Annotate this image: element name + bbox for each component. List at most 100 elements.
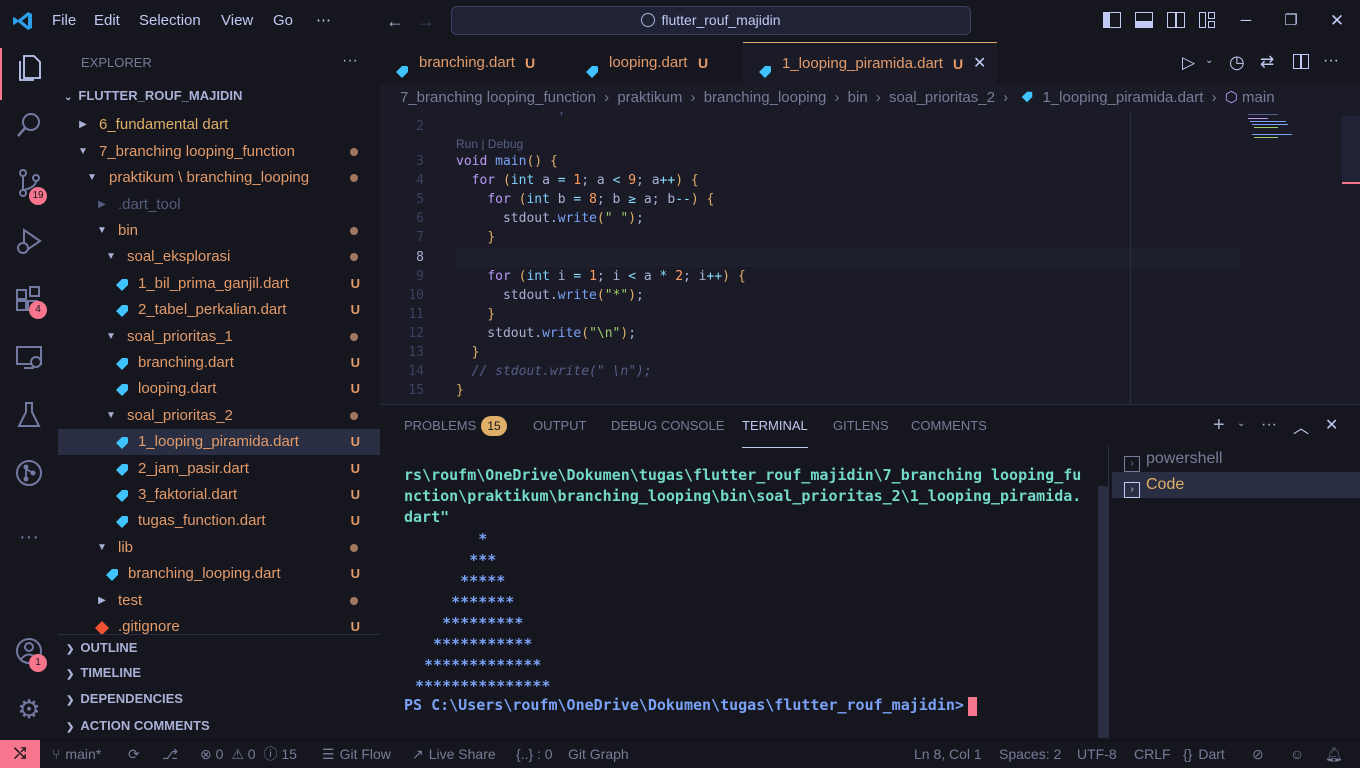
tree-folder-dart-tool[interactable]: ▶ .dart_tool [58, 192, 380, 218]
encoding[interactable]: UTF-8 [1077, 740, 1117, 768]
tree-file-branching-looping[interactable]: branching_looping.dart U [58, 561, 380, 587]
terminal-scrollbar[interactable] [1098, 486, 1108, 738]
new-terminal-plus-icon[interactable]: + [1213, 414, 1225, 437]
branch-indicator[interactable]: ⑂ main* [52, 740, 101, 768]
tree-folder-bin[interactable]: ▼ bin [58, 218, 380, 244]
explorer-more-icon[interactable]: ··· [342, 52, 358, 70]
testing-flask-icon[interactable] [12, 398, 46, 432]
remote-explorer-icon[interactable] [12, 340, 46, 374]
back-arrow-icon[interactable]: ← [385, 11, 405, 31]
editor-more-icon[interactable]: ··· [1323, 52, 1339, 70]
explorer-files-icon[interactable] [12, 52, 46, 86]
codelens-run-debug[interactable]: Run | Debug [456, 137, 523, 151]
run-dropdown-icon[interactable]: ⌄ [1205, 55, 1213, 66]
terminal-list-item-powershell[interactable]: › powershell [1112, 446, 1360, 472]
git-flow-item[interactable]: ☰ Git Flow [322, 740, 391, 768]
tree-file-jam-pasir[interactable]: 2_jam_pasir.dart U [58, 456, 380, 482]
tree-folder-soal-prioritas-1[interactable]: ▼ soal_prioritas_1 [58, 324, 380, 350]
breadcrumb-item[interactable]: main [1242, 89, 1275, 106]
live-share-item[interactable]: ↗ Live Share [412, 740, 496, 768]
section-timeline[interactable]: ❯ TIMELINE [58, 660, 380, 686]
minimize-icon[interactable]: ─ [1236, 11, 1256, 31]
panel-tab-gitlens[interactable]: GITLENS [833, 404, 889, 448]
gitlens-icon[interactable] [12, 456, 46, 490]
editor-scrollbar-thumb[interactable] [1342, 116, 1360, 184]
panel-tab-output[interactable]: OUTPUT [533, 404, 586, 448]
gitlens-commit-icon[interactable]: ⎇ [162, 740, 178, 768]
json-count-item[interactable]: {..} : 0 [516, 740, 553, 768]
tree-folder-test[interactable]: ▶ test [58, 588, 380, 614]
breadcrumb-item[interactable]: branching_looping [704, 89, 827, 106]
forward-arrow-icon[interactable]: → [416, 11, 436, 31]
feedback-icon[interactable]: ☺ [1290, 740, 1304, 768]
compare-changes-icon[interactable]: ⇄ [1260, 52, 1274, 72]
menu-edit[interactable]: Edit [94, 0, 120, 42]
breadcrumb-item[interactable]: bin [848, 89, 868, 106]
terminal-prompt-line[interactable]: PS C:\Users\roufm\OneDrive\Dokumen\tugas… [404, 696, 977, 716]
run-debug-icon[interactable] [12, 224, 46, 258]
git-graph-item[interactable]: Git Graph [568, 740, 629, 768]
tree-file-bil-prima[interactable]: 1_bil_prima_ganjil.dart U [58, 271, 380, 297]
toggle-sidebar-icon[interactable] [1103, 12, 1121, 28]
breadcrumb-item[interactable]: praktikum [617, 89, 682, 106]
notifications-bell-icon[interactable]: 🔔︎ [1325, 740, 1343, 768]
indentation[interactable]: Spaces: 2 [999, 740, 1061, 768]
section-outline[interactable]: ❯ OUTLINE [58, 634, 380, 660]
split-editor-icon[interactable] [1293, 54, 1309, 69]
close-tab-icon[interactable]: ✕ [973, 43, 986, 85]
line-ending[interactable]: CRLF [1134, 740, 1171, 768]
panel-tab-comments[interactable]: COMMENTS [911, 404, 987, 448]
section-action-comments[interactable]: ❯ ACTION COMMENTS [58, 713, 380, 739]
tree-file-branching[interactable]: branching.dart U [58, 350, 380, 376]
breadcrumb-item[interactable]: 1_looping_piramida.dart [1042, 89, 1203, 106]
menu-selection[interactable]: Selection [139, 0, 201, 42]
menu-file[interactable]: File [52, 0, 76, 42]
terminal-dropdown-icon[interactable]: ⌄ [1237, 418, 1245, 429]
language-mode[interactable]: {} Dart [1183, 740, 1225, 768]
tree-folder-6-fundamental[interactable]: ▶ 6_fundamental dart [58, 112, 380, 138]
tree-file-tugas-function[interactable]: tugas_function.dart U [58, 508, 380, 534]
command-center-search[interactable]: flutter_rouf_majidin [451, 6, 971, 35]
tree-file-faktorial[interactable]: 3_faktorial.dart U [58, 482, 380, 508]
minimap[interactable] [1244, 112, 1342, 152]
menu-view[interactable]: View [221, 0, 253, 42]
search-view-icon[interactable] [12, 108, 46, 142]
toggle-secondary-sidebar-icon[interactable] [1167, 12, 1185, 28]
tab-looping[interactable]: looping.dart U [570, 42, 740, 84]
tree-folder-soal-eksplorasi[interactable]: ▼ soal_eksplorasi [58, 244, 380, 270]
tree-file-looping[interactable]: looping.dart U [58, 376, 380, 402]
tree-file-looping-piramida[interactable]: 1_looping_piramida.dart U [58, 429, 380, 455]
restore-icon[interactable]: ❐ [1281, 11, 1301, 31]
panel-tab-debug-console[interactable]: DEBUG CONSOLE [611, 404, 724, 448]
panel-tab-terminal[interactable]: TERMINAL [742, 404, 808, 448]
tab-branching[interactable]: branching.dart U [380, 42, 556, 84]
more-views-icon[interactable]: ··· [12, 520, 46, 554]
tree-folder-soal-prioritas-2[interactable]: ▼ soal_prioritas_2 [58, 403, 380, 429]
cursor-position[interactable]: Ln 8, Col 1 [914, 740, 982, 768]
menu-go[interactable]: Go [273, 0, 293, 42]
timeline-history-icon[interactable]: ◷ [1229, 52, 1245, 73]
terminal-list-item-code[interactable]: › Code [1112, 472, 1360, 498]
tree-folder-praktikum[interactable]: ▼ praktikum \ branching_looping [58, 165, 380, 191]
problems-indicator[interactable]: ⊗ 0 ⚠ 0 ⓘ 15 [200, 740, 297, 768]
section-dependencies[interactable]: ❯ DEPENDENCIES [58, 686, 380, 712]
panel-tab-problems[interactable]: PROBLEMS [404, 404, 476, 448]
toggle-panel-icon[interactable] [1135, 12, 1153, 28]
menu-more[interactable]: ⋯ [316, 0, 331, 42]
breadcrumb-item[interactable]: 7_branching looping_function [400, 89, 596, 106]
tree-file-gitignore[interactable]: .gitignore U [58, 614, 380, 636]
breadcrumb-item[interactable]: soal_prioritas_2 [889, 89, 995, 106]
tab-looping-piramida[interactable]: 1_looping_piramida.dart U ✕ [743, 42, 997, 84]
close-panel-icon[interactable]: ✕ [1325, 415, 1338, 435]
settings-gear-icon[interactable]: ⚙ [12, 692, 46, 726]
tree-folder-7-branching[interactable]: ▼ 7_branching looping_function [58, 139, 380, 165]
remote-indicator-icon[interactable]: ⤭ [0, 740, 40, 768]
copilot-disabled-icon[interactable]: ⊘ [1252, 740, 1264, 768]
maximize-panel-icon[interactable]: ︿ [1293, 414, 1309, 438]
panel-more-icon[interactable]: ··· [1261, 416, 1277, 434]
tree-file-tabel-perkalian[interactable]: 2_tabel_perkalian.dart U [58, 297, 380, 323]
customize-layout-icon[interactable] [1199, 12, 1215, 28]
sync-icon[interactable]: ⟳ [128, 740, 140, 768]
run-file-icon[interactable]: ▷ [1182, 53, 1195, 73]
close-window-icon[interactable]: ✕ [1327, 11, 1347, 31]
